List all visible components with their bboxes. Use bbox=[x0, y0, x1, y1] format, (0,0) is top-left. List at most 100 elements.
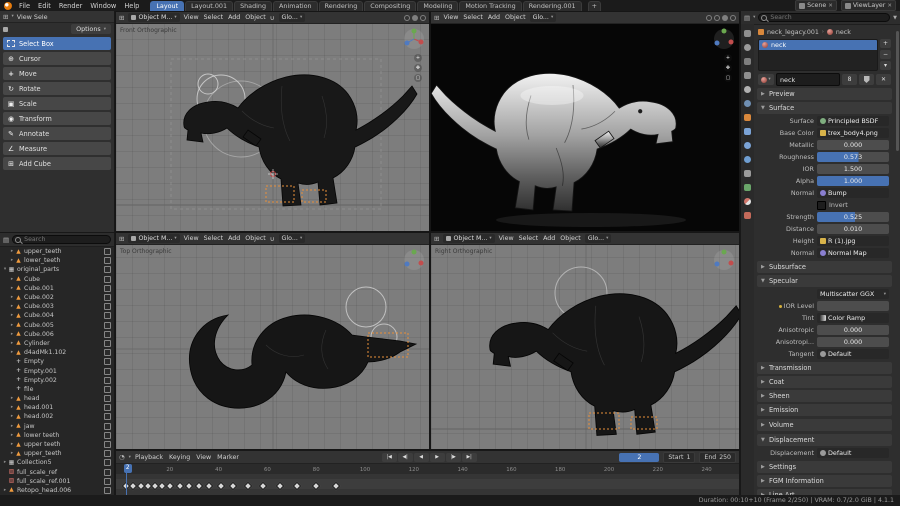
tool-button[interactable]: Select Box bbox=[3, 37, 111, 50]
outliner-item[interactable]: ▸ Cube.002 bbox=[0, 293, 114, 302]
outliner-item[interactable]: ▸ head.001 bbox=[0, 403, 114, 412]
workspace-tab[interactable]: Shading bbox=[234, 1, 272, 11]
viewport-menu[interactable]: Select bbox=[519, 235, 538, 242]
surface-shader-dropdown[interactable]: Principled BSDF bbox=[817, 116, 889, 126]
viewport-canvas-right[interactable]: Right Orthographic bbox=[431, 245, 739, 450]
viewport-menu[interactable]: View bbox=[184, 235, 199, 242]
wireframe-shading-icon[interactable] bbox=[404, 15, 410, 21]
properties-tab[interactable] bbox=[741, 182, 754, 193]
viewport-menu[interactable]: Object bbox=[560, 235, 581, 242]
selectability-checkbox[interactable] bbox=[104, 312, 111, 319]
nav-gizmo[interactable] bbox=[713, 28, 735, 50]
outliner-search-input[interactable] bbox=[12, 235, 111, 244]
selectability-checkbox[interactable] bbox=[104, 450, 111, 457]
panel-surface[interactable]: ▼ Surface bbox=[757, 102, 892, 114]
slot-specials-button[interactable]: ▾ bbox=[880, 61, 891, 70]
options-dropdown[interactable]: Options ▾ bbox=[71, 24, 111, 34]
outliner-item[interactable]: ▸ head.002 bbox=[0, 412, 114, 421]
metallic-slider[interactable]: 0.000 bbox=[817, 140, 889, 150]
tool-button[interactable]: Cursor bbox=[3, 52, 111, 65]
end-frame-field[interactable]: End 250 bbox=[699, 452, 736, 463]
outliner-item[interactable]: ▸ Cube.006 bbox=[0, 330, 114, 339]
panel-preview[interactable]: ▶ Preview bbox=[757, 88, 892, 100]
nav-gizmo[interactable] bbox=[713, 249, 735, 271]
workspace-tab[interactable]: Modeling bbox=[417, 1, 458, 11]
outliner-item[interactable]: ▸ Cube.004 bbox=[0, 311, 114, 320]
properties-tab[interactable] bbox=[741, 154, 754, 165]
distance-slider[interactable]: 0.010 bbox=[817, 224, 889, 234]
viewport-menu[interactable]: Select bbox=[204, 14, 223, 21]
outliner-item[interactable]: ▸ Retopo_head.006 bbox=[0, 486, 114, 495]
normal-map-dropdown[interactable]: Normal Map bbox=[817, 248, 889, 258]
remove-slot-button[interactable]: − bbox=[880, 50, 891, 59]
panel-specular[interactable]: ▼ Specular bbox=[757, 275, 892, 287]
outliner-item[interactable]: ▸ upper teeth bbox=[0, 440, 114, 449]
editor-type-icon[interactable]: ⊞ bbox=[3, 13, 8, 21]
selectability-checkbox[interactable] bbox=[104, 423, 111, 430]
outliner-item[interactable]: ▸ Cube.005 bbox=[0, 321, 114, 330]
workspace-tab[interactable]: Layout bbox=[150, 1, 184, 11]
outliner-item[interactable]: full_scale_ref bbox=[0, 468, 114, 477]
mode-dropdown[interactable]: Object M... ▾ bbox=[443, 234, 494, 243]
properties-tab[interactable] bbox=[741, 84, 754, 95]
viewport-menu[interactable]: Add bbox=[488, 14, 500, 21]
anisotropic-slider[interactable]: 0.000 bbox=[817, 325, 889, 335]
properties-editor-icon[interactable]: ▤ bbox=[744, 14, 750, 22]
selectability-checkbox[interactable] bbox=[104, 386, 111, 393]
outliner-item[interactable]: ▸ Collection5 bbox=[0, 458, 114, 467]
ior-slider[interactable]: 1.500 bbox=[817, 164, 889, 174]
timeline-menu[interactable]: Playback bbox=[135, 454, 163, 461]
anisotropic-rotation-slider[interactable]: 0.000 bbox=[817, 337, 889, 347]
material-slot-selected[interactable]: neck bbox=[759, 40, 877, 50]
viewport-menu[interactable]: Add bbox=[543, 235, 555, 242]
selectability-checkbox[interactable] bbox=[104, 441, 111, 448]
panel-volume[interactable]: ▶ Volume bbox=[757, 419, 892, 431]
tool-button[interactable]: Transform bbox=[3, 112, 111, 125]
tangent-dropdown[interactable]: Default bbox=[817, 349, 889, 359]
selectability-checkbox[interactable] bbox=[104, 487, 111, 494]
outliner-item[interactable]: Empty bbox=[0, 357, 114, 366]
solid-shading-icon[interactable] bbox=[714, 15, 720, 21]
distribution-dropdown[interactable]: Multiscatter GGX▾ bbox=[817, 289, 889, 299]
ior-level-field[interactable] bbox=[817, 301, 889, 311]
orientation-dropdown[interactable]: Glo... ▾ bbox=[279, 13, 306, 22]
viewport-menu[interactable]: Add bbox=[228, 14, 240, 21]
selectability-checkbox[interactable] bbox=[104, 469, 111, 476]
outliner-item[interactable]: Empty.002 bbox=[0, 376, 114, 385]
viewport-menu[interactable]: Select bbox=[204, 235, 223, 242]
view-layer-remove-icon[interactable]: ✕ bbox=[887, 3, 892, 9]
editor-type-icon[interactable]: ⊞ bbox=[434, 235, 439, 243]
selectability-checkbox[interactable] bbox=[104, 432, 111, 439]
topbar-menu[interactable]: File bbox=[18, 2, 31, 10]
properties-tab[interactable] bbox=[741, 112, 754, 123]
outliner-item[interactable]: ▸ upper_teeth bbox=[0, 247, 114, 256]
outliner-item[interactable]: ▸ d4adMk1.102 bbox=[0, 348, 114, 357]
camera-view-icon[interactable]: ▢ bbox=[414, 74, 422, 82]
workspace-tab[interactable]: Rendering bbox=[319, 1, 364, 11]
orientation-dropdown[interactable]: Glo... ▾ bbox=[585, 234, 612, 243]
roughness-slider[interactable]: 0.573 bbox=[817, 152, 889, 162]
timeline-editor-icon[interactable]: ◔ bbox=[119, 453, 125, 461]
nav-gizmo[interactable] bbox=[403, 249, 425, 271]
playhead[interactable]: 2 bbox=[126, 464, 127, 495]
outliner-item[interactable]: ▸ upper_teeth bbox=[0, 449, 114, 458]
panel-collapsed[interactable]: ▶ Emission bbox=[757, 404, 892, 416]
add-workspace-button[interactable]: + bbox=[588, 1, 601, 11]
alpha-slider[interactable]: 1.000 bbox=[817, 176, 889, 186]
tool-button[interactable]: Rotate bbox=[3, 82, 111, 95]
viewport-menu[interactable]: Select bbox=[463, 14, 482, 21]
viewport-canvas-top[interactable]: Top Orthographic bbox=[116, 245, 429, 450]
timeline-track[interactable] bbox=[116, 474, 739, 495]
viewport-menu[interactable]: Object bbox=[245, 235, 266, 242]
properties-tab[interactable] bbox=[741, 168, 754, 179]
selectability-checkbox[interactable] bbox=[104, 340, 111, 347]
selectability-checkbox[interactable] bbox=[104, 248, 111, 255]
selectability-checkbox[interactable] bbox=[104, 349, 111, 356]
outliner-item[interactable]: ▸ Cube.001 bbox=[0, 284, 114, 293]
mode-dropdown[interactable]: Object M... ▾ bbox=[128, 234, 179, 243]
rendered-shading-icon[interactable] bbox=[730, 15, 736, 21]
topbar-menu[interactable]: Render bbox=[58, 2, 83, 10]
selectability-checkbox[interactable] bbox=[104, 478, 111, 485]
panel-collapsed[interactable]: ▶ Line Art bbox=[757, 489, 892, 495]
material-shading-icon[interactable] bbox=[722, 15, 728, 21]
